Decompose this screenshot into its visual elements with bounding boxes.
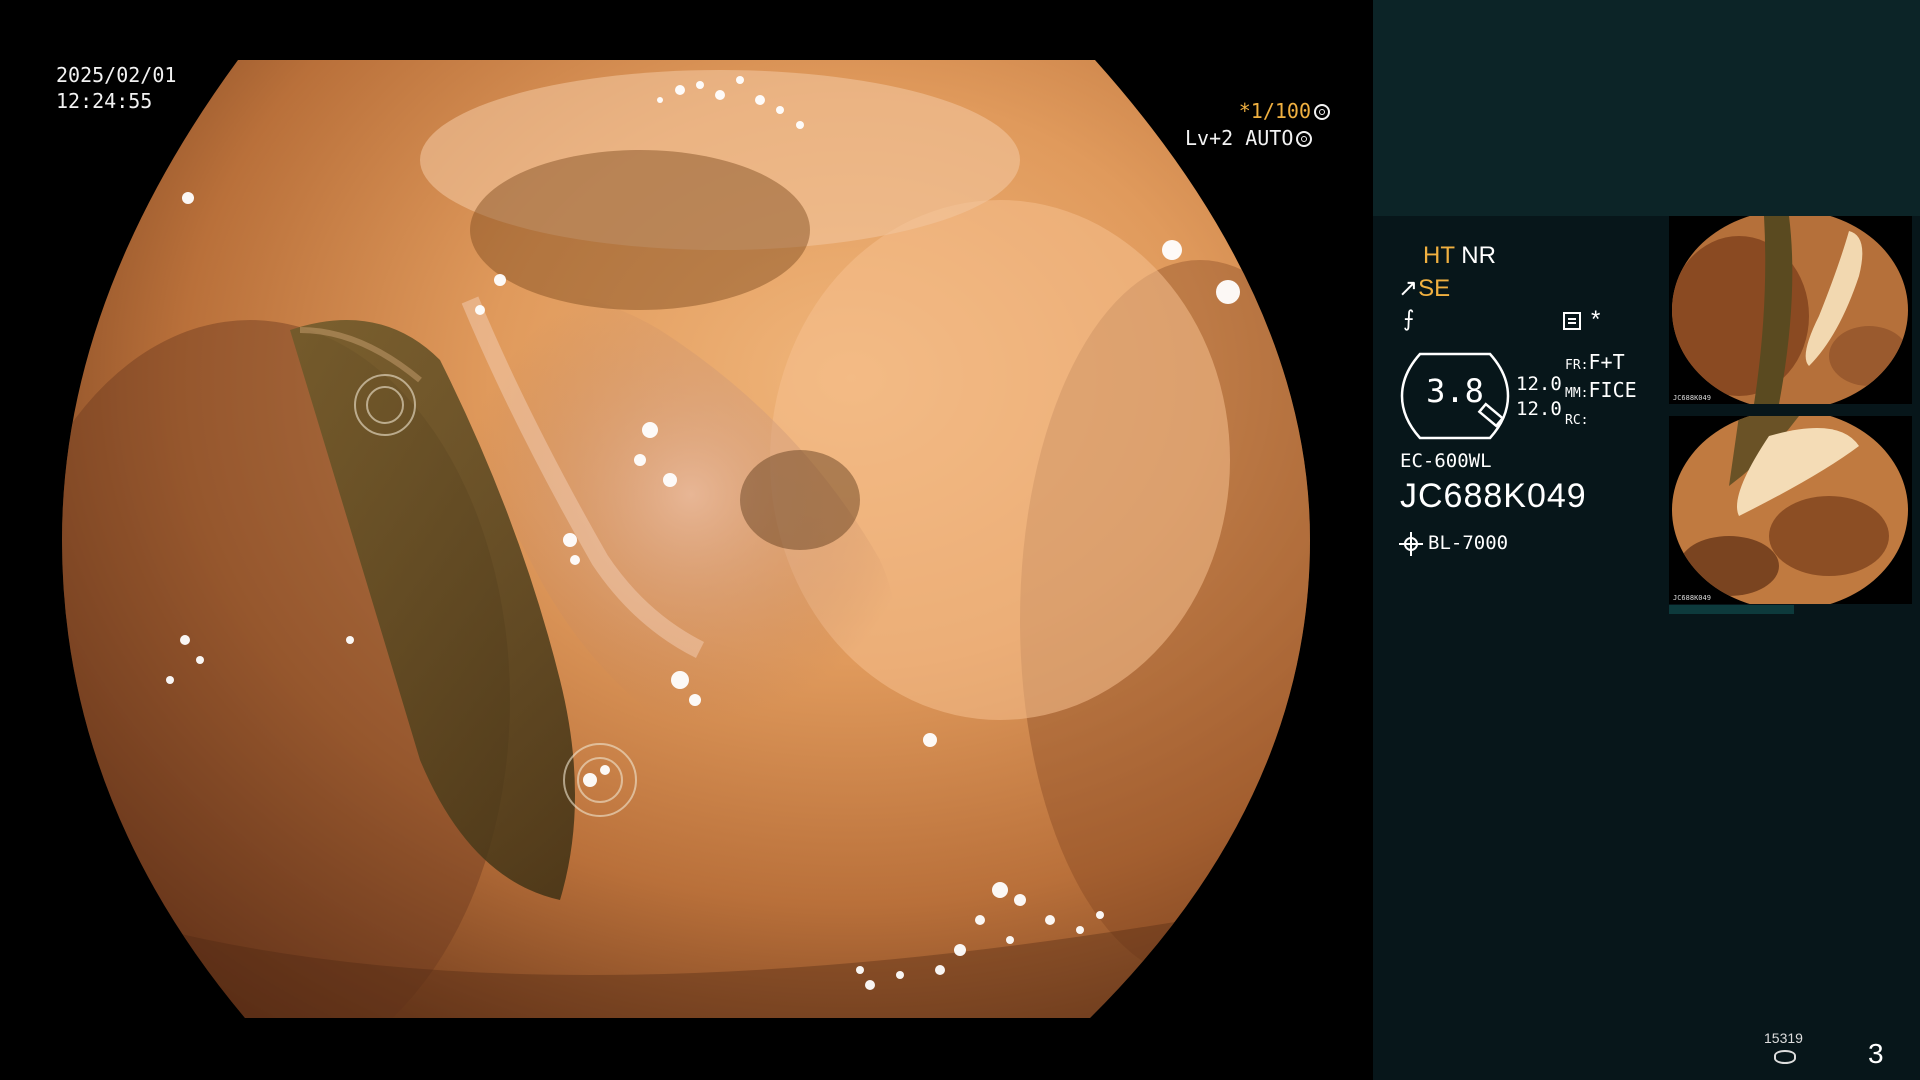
- scope-serial: JC688K049: [1400, 477, 1587, 515]
- date-time-readout: 2025/02/01 12:24:55: [56, 62, 176, 114]
- mode-icons: *: [1563, 306, 1600, 334]
- panel-header: [1373, 0, 1920, 216]
- page-number: 3: [1868, 1038, 1884, 1069]
- mode-row-ht-nr: HT NR: [1423, 242, 1496, 270]
- status-panel: HT NR ↗SE ⨍ * 3.8 12.0 12.0 FR:F+T MM:FI…: [1373, 0, 1920, 1080]
- fr-key: FR:: [1565, 358, 1589, 373]
- parameter-values: 12.0 12.0: [1516, 372, 1562, 422]
- time-text: 12:24:55: [56, 89, 153, 113]
- mode-row-se: ↗SE: [1398, 274, 1450, 303]
- thumbnail-image-1: [1672, 216, 1908, 404]
- thumbnail-selection-bar: [1669, 605, 1794, 614]
- zoom-value: 3.8: [1426, 372, 1484, 410]
- light-source-icon: [1399, 532, 1423, 556]
- thumbnail-caption-1: JC688K049: [1673, 394, 1711, 402]
- structure-enhance-icon: ↗: [1398, 275, 1419, 302]
- capture-thumbnail-2[interactable]: JC688K049: [1669, 416, 1912, 604]
- param-value-1: 12.0: [1516, 373, 1562, 395]
- date-text: 2025/02/01: [56, 63, 177, 87]
- exposure-icon: [1296, 131, 1313, 147]
- mm-key: MM:: [1565, 386, 1589, 401]
- asterisk-icon: *: [1591, 306, 1601, 333]
- light-source-text: BL-7000: [1428, 532, 1509, 554]
- light-source: BL-7000: [1399, 532, 1509, 556]
- color-enhance-icon: ⨍: [1403, 306, 1415, 331]
- endoscope-view: 2025/02/01 12:24:55 *1/100 Lv+2 AUTO: [0, 0, 1373, 1080]
- mode-ht: HT: [1423, 242, 1455, 269]
- record-icon: [1563, 311, 1581, 330]
- shutter-speed-text: *1/100: [1238, 99, 1311, 123]
- capture-thumbnail-1[interactable]: JC688K049: [1669, 216, 1912, 404]
- endoscopic-image: [62, 60, 1310, 1018]
- parameter-keys: FR:F+T MM:FICE RC:: [1565, 350, 1637, 433]
- storage-disk-icon: [1774, 1050, 1796, 1064]
- mode-nr: NR: [1461, 242, 1496, 269]
- thumbnail-caption-2: JC688K049: [1673, 594, 1711, 602]
- mm-value: FICE: [1588, 378, 1637, 402]
- shutter-icon: [1314, 104, 1330, 120]
- mode-se: SE: [1418, 275, 1451, 302]
- exposure-text: Lv+2 AUTO: [1185, 126, 1294, 150]
- frame-count: 15319: [1764, 1030, 1803, 1046]
- thumbnail-image-2: [1672, 416, 1908, 604]
- shutter-speed-readout: *1/100: [1190, 98, 1330, 124]
- rc-key: RC:: [1565, 413, 1589, 428]
- param-value-2: 12.0: [1516, 398, 1562, 420]
- scope-model: EC-600WL: [1400, 450, 1492, 472]
- mode-row-3: ⨍: [1403, 306, 1414, 332]
- fr-value: F+T: [1588, 350, 1625, 374]
- exposure-readout: Lv+2 AUTO: [1185, 126, 1313, 150]
